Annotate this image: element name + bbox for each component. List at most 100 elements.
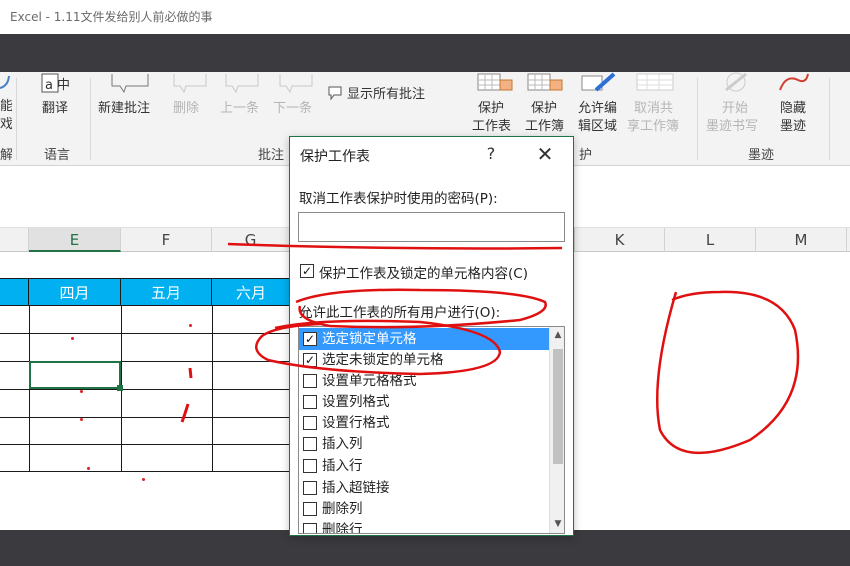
protect-contents-checkbox[interactable]: ✓: [300, 264, 314, 278]
grid-line: [0, 389, 290, 390]
separator: [697, 78, 698, 160]
list-item-label: 选定锁定单元格: [322, 331, 417, 347]
prev-comment-icon: [225, 74, 259, 94]
list-item[interactable]: 删除列: [299, 498, 549, 520]
grid-line: [0, 471, 290, 472]
title-bar: Excel - 1.11文件发给别人前必做的事: [0, 0, 850, 34]
hide-ink-label-1[interactable]: 隐藏: [780, 100, 806, 117]
list-item-label: 插入列: [322, 436, 363, 452]
checkbox[interactable]: [303, 374, 317, 388]
start-inking-label-1: 开始: [722, 101, 749, 116]
active-cell[interactable]: [29, 361, 121, 389]
password-label: 取消工作表保护时使用的密码(P):: [299, 191, 498, 207]
translate-button[interactable]: 翻译: [42, 100, 68, 117]
checkbox[interactable]: [303, 459, 317, 473]
column-header-f[interactable]: F: [121, 228, 212, 252]
prev-comment-button: 上一条: [220, 101, 260, 116]
ink-dot: [87, 467, 90, 470]
list-item-label: 选定未锁定的单元格: [322, 352, 444, 368]
checkbox[interactable]: [303, 437, 317, 451]
checkbox[interactable]: [303, 395, 317, 409]
delete-comment-button: 删除: [173, 101, 200, 116]
checkbox[interactable]: ✓: [303, 353, 317, 367]
hide-ink-label-2[interactable]: 墨迹: [780, 118, 806, 135]
scroll-down-icon[interactable]: ▼: [550, 519, 564, 529]
svg-text:中: 中: [57, 78, 70, 93]
show-comments-icon[interactable]: [327, 85, 343, 101]
grid-line: [0, 333, 290, 334]
column-header-d[interactable]: [0, 228, 29, 252]
partial-icon: [0, 75, 10, 89]
ribbon-tab-band: [0, 34, 850, 72]
unshare-workbook-label-2: 享工作簿: [627, 119, 680, 134]
password-input[interactable]: [298, 212, 565, 242]
unshare-workbook-label-1: 取消共: [634, 101, 674, 116]
window-title: Excel - 1.11文件发给别人前必做的事: [10, 10, 213, 24]
protect-group-label: 护: [579, 148, 593, 163]
protect-workbook-label-1[interactable]: 保护: [531, 100, 557, 117]
protect-workbook-icon[interactable]: [526, 72, 566, 94]
protect-contents-label[interactable]: 保护工作表及锁定的单元格内容(C): [319, 262, 528, 282]
ink-dot: [80, 418, 83, 421]
hide-ink-icon[interactable]: [776, 72, 812, 94]
partial-group-label: 解: [0, 148, 12, 163]
separator: [829, 78, 830, 160]
header-cell-april[interactable]: 四月: [29, 278, 121, 306]
allow-edit-ranges-label-2[interactable]: 辑区域: [578, 118, 617, 135]
grid-line: [212, 306, 213, 471]
protect-workbook-label-2[interactable]: 工作簿: [525, 118, 564, 135]
column-header-k[interactable]: K: [574, 228, 665, 252]
close-icon[interactable]: ✕: [534, 142, 556, 166]
protect-sheet-label-2[interactable]: 工作表: [472, 118, 511, 135]
show-all-comments-button[interactable]: 显示所有批注: [347, 86, 425, 103]
svg-text:a: a: [45, 78, 53, 93]
ink-dot: [80, 390, 83, 393]
partial-label-1: 能: [0, 99, 12, 114]
list-item-label: 删除行: [322, 522, 363, 534]
fill-handle[interactable]: [117, 385, 123, 391]
checkbox[interactable]: [303, 481, 317, 495]
new-comment-icon[interactable]: [108, 72, 152, 94]
unshare-workbook-icon: [636, 73, 674, 91]
allow-edit-ranges-label-1[interactable]: 允许编: [578, 100, 617, 117]
column-header-g[interactable]: G: [212, 228, 290, 252]
checkbox[interactable]: ✓: [303, 332, 317, 346]
header-cell-left[interactable]: [0, 278, 29, 306]
checkbox[interactable]: [303, 523, 317, 533]
list-scrollbar[interactable]: ▲ ▼: [549, 327, 564, 533]
list-item-label: 插入超链接: [322, 480, 390, 496]
list-item[interactable]: 设置列格式: [299, 391, 549, 413]
header-cell-june[interactable]: 六月: [212, 278, 290, 306]
next-comment-icon: [279, 74, 313, 94]
partial-label-2: 戏: [0, 117, 12, 132]
delete-comment-icon: [173, 74, 207, 94]
list-item[interactable]: 删除行: [299, 519, 549, 534]
column-header-l[interactable]: L: [665, 228, 756, 252]
column-header-e[interactable]: E: [29, 228, 121, 252]
help-button[interactable]: ?: [482, 144, 500, 163]
start-inking-icon: [725, 72, 747, 92]
new-comment-button[interactable]: 新建批注: [98, 100, 150, 117]
translate-icon[interactable]: a 中: [40, 72, 76, 96]
list-item[interactable]: 插入超链接: [299, 477, 549, 499]
allow-edit-ranges-icon[interactable]: [580, 72, 620, 94]
list-item[interactable]: ✓ 选定锁定单元格: [299, 328, 549, 350]
protect-sheet-icon[interactable]: [476, 72, 516, 94]
header-cell-may[interactable]: 五月: [121, 278, 212, 306]
permissions-list[interactable]: ✓ 选定锁定单元格 ✓ 选定未锁定的单元格 设置单元格格式 设置列格式 设置行格式 …: [298, 326, 565, 534]
list-item-label: 插入行: [322, 458, 363, 474]
list-item[interactable]: 设置行格式: [299, 412, 549, 434]
protect-sheet-dialog: 保护工作表 ? ✕ 取消工作表保护时使用的密码(P): ✓ 保护工作表及锁定的单…: [289, 136, 574, 536]
list-item[interactable]: 插入行: [299, 455, 549, 477]
list-item[interactable]: ✓ 选定未锁定的单元格: [299, 349, 549, 371]
list-item[interactable]: 插入列: [299, 433, 549, 455]
column-header-m[interactable]: M: [756, 228, 847, 252]
checkbox[interactable]: [303, 416, 317, 430]
scroll-thumb[interactable]: [553, 349, 563, 464]
scroll-up-icon[interactable]: ▲: [550, 330, 564, 340]
list-item-label: 设置单元格格式: [322, 373, 417, 389]
list-item[interactable]: 设置单元格格式: [299, 370, 549, 392]
language-group-label: 语言: [44, 148, 71, 163]
protect-sheet-label-1[interactable]: 保护: [478, 100, 504, 117]
checkbox[interactable]: [303, 502, 317, 516]
